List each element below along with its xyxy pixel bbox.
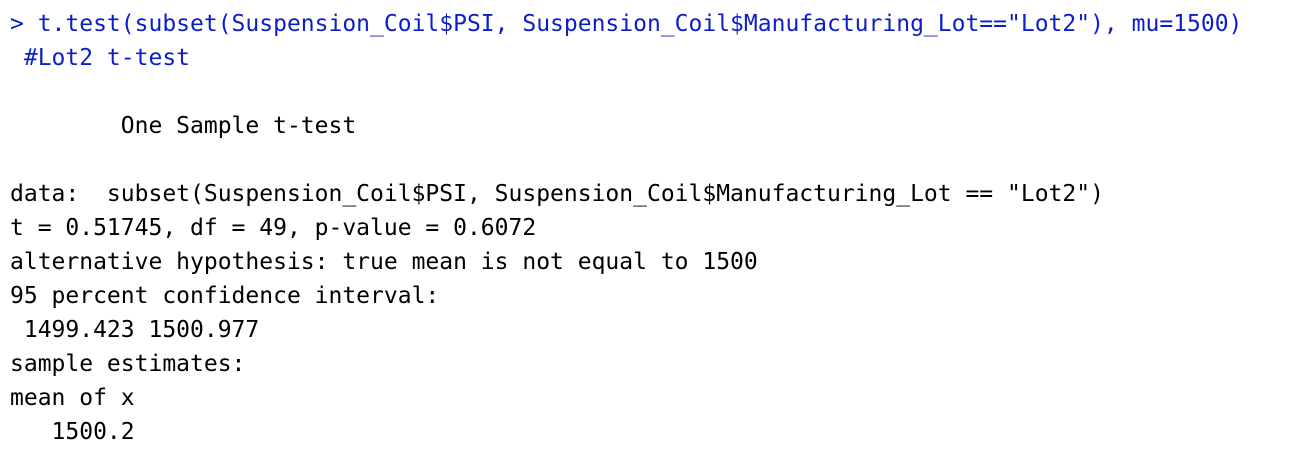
command-comment-line[interactable]: #Lot2 t-test [10, 44, 190, 72]
confidence-interval-values: 1499.423 1500.977 [10, 317, 260, 343]
test-statistic-line: t = 0.51745, df = 49, p-value = 0.6072 [10, 215, 537, 241]
confidence-interval-header: 95 percent confidence interval: [10, 283, 440, 309]
alternative-hypothesis-line: alternative hypothesis: true mean is not… [10, 249, 758, 275]
estimate-label: mean of x [10, 385, 135, 411]
sample-estimates-header: sample estimates: [10, 351, 246, 377]
data-description-line: data: subset(Suspension_Coil$PSI, Suspen… [10, 181, 1104, 207]
command-input-line[interactable]: > t.test(subset(Suspension_Coil$PSI, Sus… [10, 10, 1242, 38]
test-title: One Sample t-test [10, 113, 357, 139]
r-console[interactable]: > t.test(subset(Suspension_Coil$PSI, Sus… [0, 0, 1296, 462]
estimate-value: 1500.2 [10, 419, 135, 445]
